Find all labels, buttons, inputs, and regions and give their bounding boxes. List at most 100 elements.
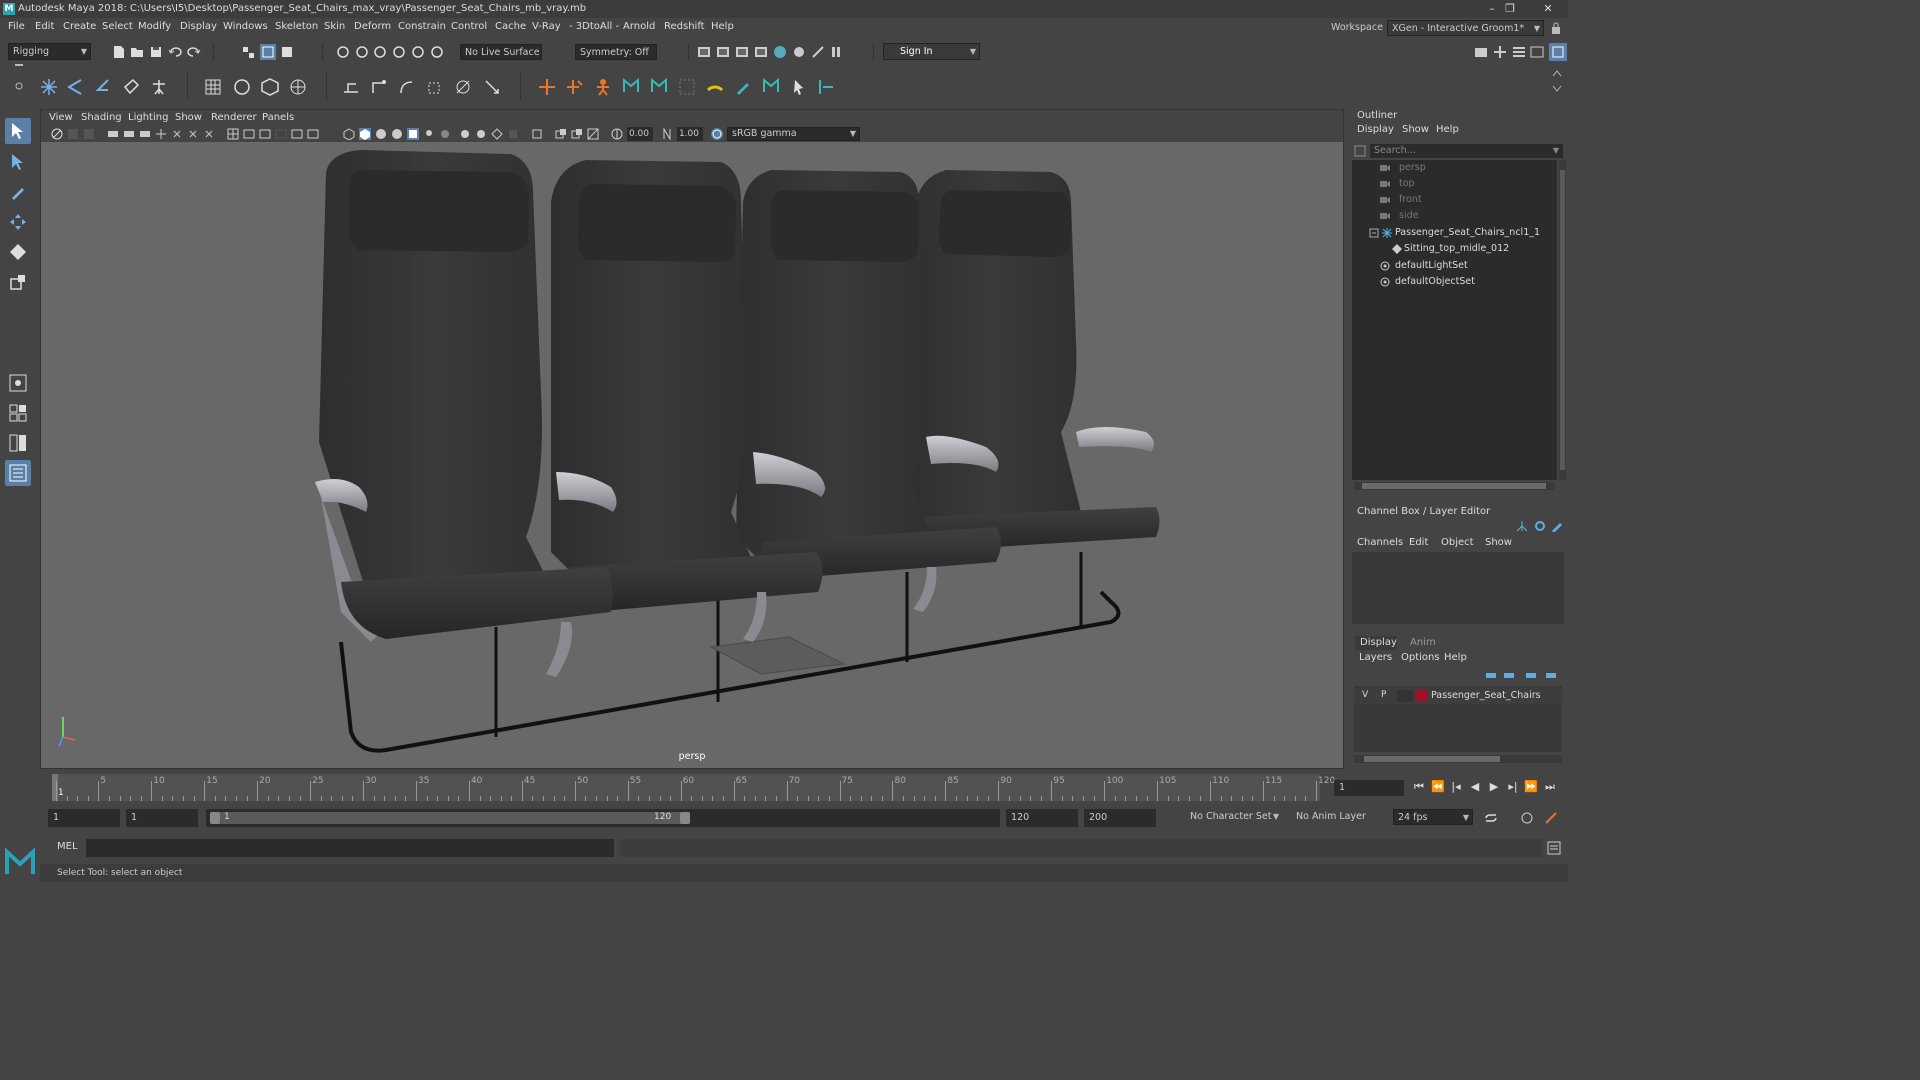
render-settings-icon[interactable] xyxy=(754,45,768,59)
channel-box-tool-icon[interactable] xyxy=(1515,519,1529,533)
step-forward-key-icon[interactable]: ▸| xyxy=(1506,780,1520,794)
placeholder-icon[interactable] xyxy=(678,78,696,96)
step-back-frame-icon[interactable]: ⏪ xyxy=(1431,780,1445,794)
mash-icon[interactable] xyxy=(622,76,640,94)
vray-render-icon[interactable] xyxy=(792,45,806,59)
time-slider-track[interactable]: 1 5 10 15 20 25 30 35 40 45 50 55 60 65 70 75 80 85 90 95 10… xyxy=(52,774,1335,801)
viewport-menu-view[interactable]: View xyxy=(49,112,73,123)
layer-visibility-toggle[interactable]: V xyxy=(1362,690,1368,700)
2d-pan-zoom-icon[interactable] xyxy=(123,128,135,140)
locator-icon[interactable] xyxy=(538,78,556,96)
go-to-start-icon[interactable]: ⏮ xyxy=(1412,780,1426,794)
layer-menu-layers[interactable]: Layers xyxy=(1359,652,1392,663)
range-end-grip[interactable] xyxy=(680,812,690,824)
lock-icon[interactable] xyxy=(1549,21,1563,35)
menu-file[interactable]: File xyxy=(8,21,25,32)
ipr-render-icon[interactable] xyxy=(735,45,749,59)
exposure-field[interactable]: 0.00 xyxy=(627,127,653,141)
list-item[interactable]: Sitting_top_midle_012 xyxy=(1352,241,1557,257)
workspace-dropdown[interactable]: XGen - Interactive Groom1* ▼ xyxy=(1387,20,1544,36)
redo-icon[interactable] xyxy=(187,45,201,59)
move-layer-up-icon[interactable] xyxy=(1484,668,1498,682)
motion-blur-icon[interactable] xyxy=(459,128,471,140)
xray-icon[interactable] xyxy=(531,128,543,140)
list-item[interactable]: front xyxy=(1352,192,1557,208)
camera-scale-icon[interactable] xyxy=(555,128,567,140)
snap-to-point-icon[interactable] xyxy=(373,45,387,59)
outliner-vscrollbar[interactable] xyxy=(1559,160,1566,480)
gate-mask-icon[interactable] xyxy=(203,128,215,140)
list-item[interactable]: side xyxy=(1352,208,1557,224)
save-scene-icon[interactable] xyxy=(149,45,163,59)
pole-vector-icon[interactable] xyxy=(483,78,501,96)
list-item[interactable]: defaultLightSet xyxy=(1352,258,1557,274)
collapse-icon[interactable] xyxy=(1369,228,1379,238)
resolution-gate-icon[interactable] xyxy=(187,128,199,140)
persp-outliner-layout-icon[interactable] xyxy=(5,430,31,456)
new-scene-icon[interactable] xyxy=(112,45,126,59)
menu-control[interactable]: Control xyxy=(451,21,487,32)
loop-icon[interactable] xyxy=(1484,811,1498,825)
channel-box-sync-icon[interactable] xyxy=(1533,519,1547,533)
shelf-scroll-icon[interactable] xyxy=(1550,70,1564,92)
menu-redshift[interactable]: Redshift xyxy=(664,21,705,32)
humanik-icon[interactable] xyxy=(150,78,168,96)
new-layer-from-selected-icon[interactable] xyxy=(1544,668,1558,682)
menu-modify[interactable]: Modify xyxy=(138,21,171,32)
undo-icon[interactable] xyxy=(168,45,182,59)
animation-prefs-icon[interactable] xyxy=(1544,811,1558,825)
pause-render-icon[interactable] xyxy=(829,45,843,59)
menu-constrain[interactable]: Constrain xyxy=(398,21,446,32)
layer-type-toggle[interactable] xyxy=(1397,690,1413,702)
film-gate-icon[interactable] xyxy=(171,128,183,140)
move-tool-icon[interactable] xyxy=(5,209,31,235)
menu-help[interactable]: Help xyxy=(711,21,734,32)
channel-menu-show[interactable]: Show xyxy=(1485,537,1512,548)
outliner-menu-help[interactable]: Help xyxy=(1436,124,1459,135)
aim-constraint-icon[interactable] xyxy=(454,78,472,96)
ik-handle-icon[interactable] xyxy=(66,78,84,96)
mash-network-icon[interactable] xyxy=(650,76,668,94)
menu-select[interactable]: Select xyxy=(102,21,133,32)
menu-edit[interactable]: Edit xyxy=(35,21,54,32)
channel-box-icon[interactable] xyxy=(1530,45,1544,59)
move-layer-down-icon[interactable] xyxy=(1502,668,1516,682)
layer-name[interactable]: Passenger_Seat_Chairs xyxy=(1431,690,1541,701)
viewport-menu-panels[interactable]: Panels xyxy=(262,112,294,123)
ambient-occlusion-icon[interactable] xyxy=(439,128,451,140)
grease-pencil-icon[interactable] xyxy=(139,128,151,140)
select-tool-icon[interactable] xyxy=(5,118,31,144)
mel-label[interactable]: MEL xyxy=(57,841,78,852)
single-perspective-view-icon[interactable] xyxy=(5,370,31,396)
menu-vray[interactable]: V-Ray xyxy=(532,21,561,32)
field-chart-icon[interactable] xyxy=(227,128,239,140)
open-scene-icon[interactable] xyxy=(130,45,144,59)
attribute-editor-icon[interactable] xyxy=(1493,45,1507,59)
menu-display[interactable]: Display xyxy=(180,21,217,32)
camera-attributes-icon[interactable] xyxy=(67,128,79,140)
render-view-icon[interactable] xyxy=(697,45,711,59)
parent-constraint-icon[interactable] xyxy=(342,78,360,96)
gamma-icon[interactable] xyxy=(661,128,673,140)
range-slider[interactable]: 1 120 xyxy=(206,809,1000,827)
view-transform-dropdown[interactable]: sRGB gamma ▼ xyxy=(727,127,860,141)
list-item[interactable]: top xyxy=(1352,176,1557,192)
outliner-search-input[interactable]: Search... ▼ xyxy=(1370,144,1563,158)
channel-menu-object[interactable]: Object xyxy=(1441,537,1474,548)
playback-end-field[interactable]: 120 xyxy=(1006,809,1078,827)
paint-select-icon[interactable] xyxy=(5,179,31,205)
make-live-icon[interactable] xyxy=(411,45,425,59)
camera-select-icon[interactable] xyxy=(51,128,63,140)
exposure-icon[interactable] xyxy=(611,128,623,140)
range-start-grip[interactable] xyxy=(210,812,220,824)
isolate-select-icon[interactable] xyxy=(507,128,519,140)
use-all-lights-icon[interactable] xyxy=(407,128,419,140)
channel-menu-edit[interactable]: Edit xyxy=(1409,537,1428,548)
tab-anim[interactable]: Anim xyxy=(1410,637,1436,648)
snap-to-view-plane-icon[interactable] xyxy=(392,45,406,59)
layer-color-swatch[interactable] xyxy=(1416,690,1428,702)
lasso-tool-icon[interactable] xyxy=(5,149,31,175)
outliner-hscrollbar[interactable] xyxy=(1354,482,1554,490)
go-to-end-icon[interactable]: ⏭ xyxy=(1543,780,1557,794)
current-frame-field[interactable]: 1 xyxy=(1334,780,1404,796)
